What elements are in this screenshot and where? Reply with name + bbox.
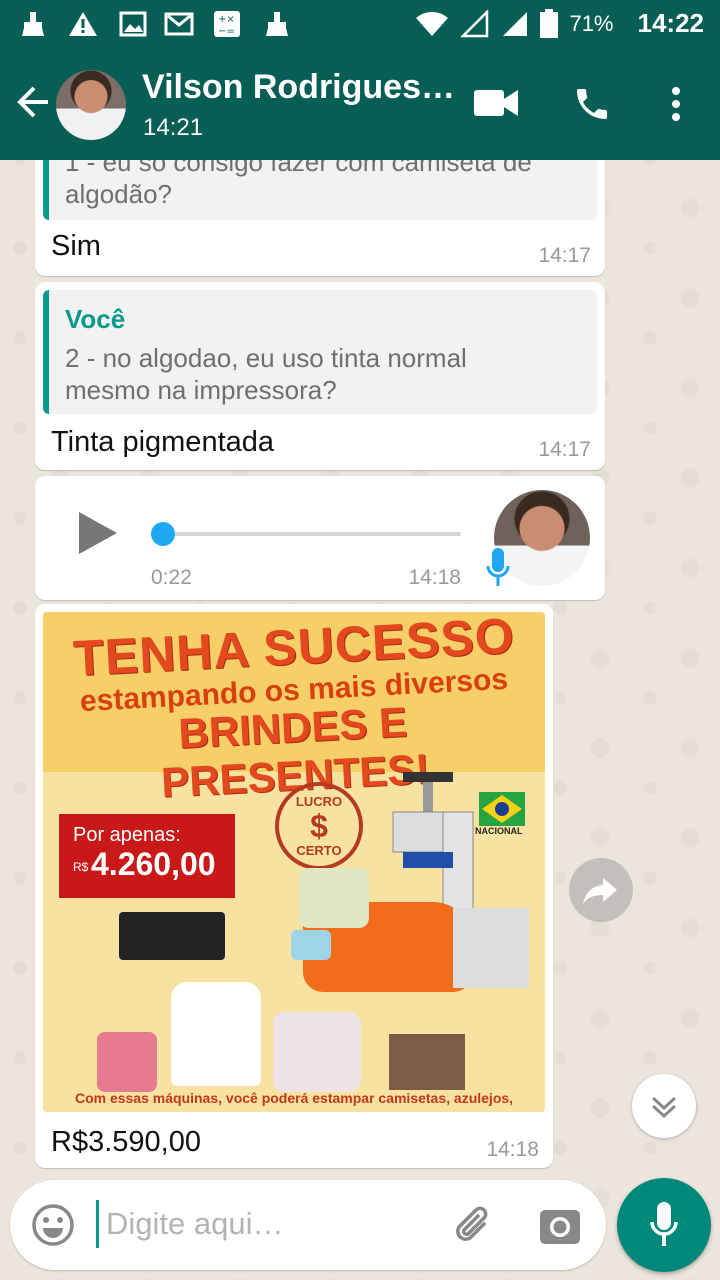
voice-message-bubble[interactable]: 0:22 14:18 <box>35 476 605 600</box>
message-time: 14:17 <box>538 438 591 461</box>
signal-icon <box>503 11 528 36</box>
photo-puzzle-image <box>389 1034 465 1090</box>
video-call-icon[interactable] <box>474 86 518 120</box>
battery-percent: 71% <box>569 10 614 36</box>
cleaner-icon-2 <box>266 12 288 36</box>
emoji-icon[interactable] <box>30 1202 76 1248</box>
dollar-sign-icon: $ <box>310 808 328 844</box>
forward-button[interactable] <box>569 858 633 922</box>
quoted-message[interactable]: Você 2 - no algodao, eu uso tinta normal… <box>43 290 597 414</box>
ad-image[interactable]: TENHA SUCESSO estampando os mais diverso… <box>43 612 545 1112</box>
price-value: 4.260,00 <box>91 846 216 882</box>
message-bubble[interactable]: Você 2 - no algodao, eu uso tinta normal… <box>35 282 605 470</box>
voice-progress-knob[interactable] <box>151 522 175 546</box>
quoted-author: Você <box>65 304 126 334</box>
message-text: Tinta pigmentada <box>51 426 275 458</box>
voice-record-button[interactable] <box>617 1178 711 1272</box>
scroll-to-bottom-button[interactable] <box>632 1074 696 1138</box>
image-message-bubble[interactable]: TENHA SUCESSO estampando os mais diverso… <box>35 604 553 1168</box>
more-options-icon[interactable] <box>668 86 684 122</box>
message-bubble[interactable]: 1 - eu só consigo fazer com camiseta de … <box>35 140 605 276</box>
attach-icon[interactable] <box>450 1202 496 1248</box>
microphone-icon <box>486 548 510 586</box>
last-seen: 14:21 <box>143 114 204 141</box>
forward-icon <box>583 878 617 904</box>
image-caption: R$3.590,00 <box>51 1126 201 1158</box>
quoted-text-line: 2 - no algodao, eu uso tinta normal <box>65 343 467 373</box>
wifi-icon <box>416 11 449 36</box>
clock: 14:22 <box>637 8 705 38</box>
ad-footer: Com essas máquinas, você poderá estampar… <box>74 1090 514 1106</box>
lucro-certo-logo: LUCRO $ CERTO <box>275 782 363 870</box>
printer-image <box>119 912 225 960</box>
phone-cases-image <box>97 1032 157 1092</box>
message-time: 14:18 <box>408 566 461 589</box>
battery-icon <box>540 8 559 38</box>
quoted-text-line: mesmo na impressora? <box>65 375 337 405</box>
double-chevron-down-icon <box>651 1096 677 1119</box>
brazil-flag-icon <box>479 792 525 826</box>
logo-top-text: LUCRO <box>295 794 343 809</box>
gmail-icon <box>164 12 194 36</box>
camera-icon[interactable] <box>538 1204 582 1246</box>
voice-progress-track[interactable] <box>157 532 461 536</box>
price-label: Por apenas: <box>73 824 181 846</box>
tiles-image <box>453 908 529 988</box>
back-arrow-icon[interactable] <box>14 84 50 120</box>
logo-bottom-text: CERTO <box>296 843 342 858</box>
pillow-image <box>299 868 369 928</box>
chat-header-overlay: Vilson Rodrigues… 14:21 <box>0 48 720 160</box>
price-box: Por apenas: R$ 4.260,00 <box>59 814 235 898</box>
voice-duration: 0:22 <box>151 566 192 589</box>
warning-icon <box>69 12 97 36</box>
signal-empty-icon <box>460 9 489 37</box>
tshirt-image <box>171 982 261 1086</box>
text-caret <box>96 1200 99 1248</box>
status-bar: +× −= 71% 14:22 <box>0 0 720 48</box>
message-time: 14:18 <box>486 1138 539 1161</box>
microphone-icon <box>650 1202 678 1246</box>
message-text: Sim <box>51 230 101 262</box>
svg-text:+×: +× <box>218 14 235 25</box>
mug-image <box>291 930 331 960</box>
message-input[interactable]: Digite aqui… <box>106 1206 283 1242</box>
pillow-mae-image <box>273 1012 361 1092</box>
cleaner-icon <box>22 12 44 36</box>
quoted-text-line: algodão? <box>65 179 172 209</box>
contact-avatar[interactable] <box>56 70 126 140</box>
contact-name[interactable]: Vilson Rodrigues… <box>142 68 455 107</box>
calculator-icon: +×−= <box>214 11 240 37</box>
phone-call-icon[interactable] <box>572 84 612 124</box>
message-time: 14:17 <box>538 244 591 267</box>
image-icon <box>119 11 147 37</box>
price-currency: R$ <box>73 860 89 874</box>
message-input-bar: Digite aqui… <box>10 1180 606 1270</box>
svg-text:−=: −= <box>218 26 235 37</box>
play-icon[interactable] <box>79 512 117 554</box>
